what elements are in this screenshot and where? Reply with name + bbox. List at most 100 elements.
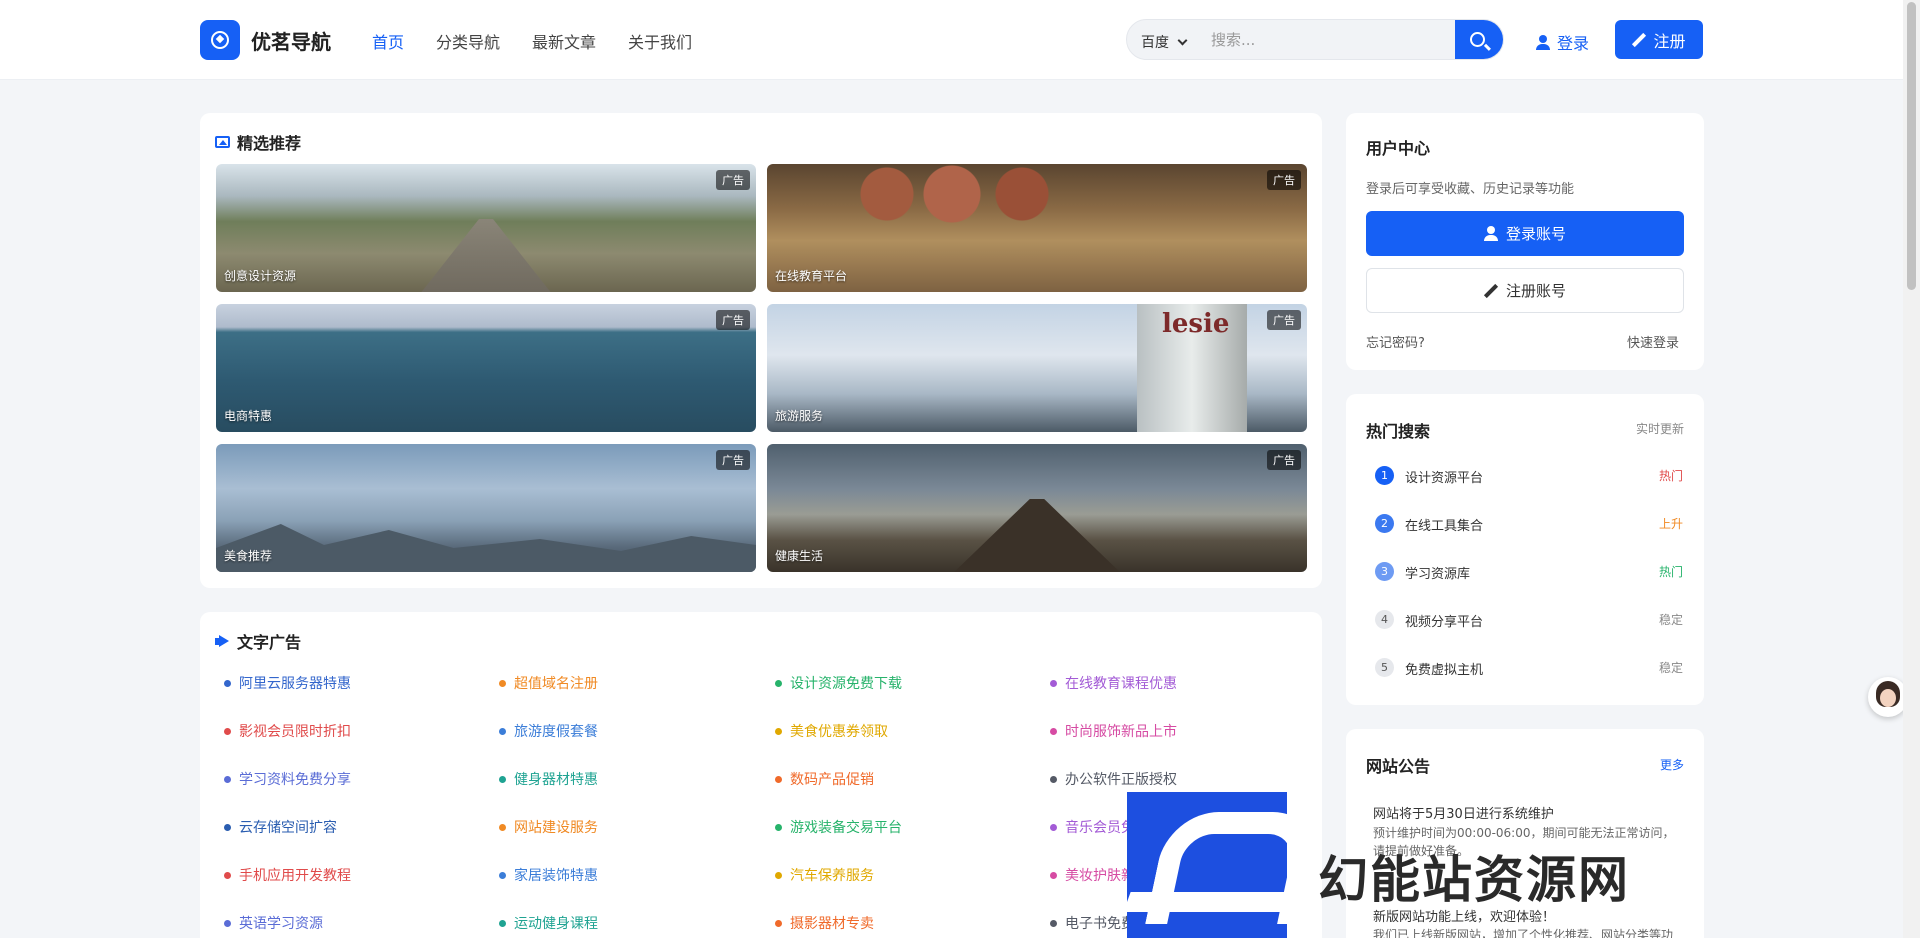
login-account-button[interactable]: 登录账号	[1366, 211, 1684, 256]
hot-search-item[interactable]: 5 免费虚拟主机 稳定	[1375, 657, 1683, 679]
featured-tile[interactable]: 广告 创意设计资源	[216, 164, 756, 292]
text-ad-link[interactable]: 办公软件正版授权	[1050, 769, 1177, 789]
hot-search-name: 设计资源平台	[1405, 471, 1484, 486]
page-scrollbar[interactable]	[1903, 0, 1920, 938]
text-ad-label: 网站建设服务	[514, 820, 598, 836]
featured-tile[interactable]: 广告 在线教育平台	[767, 164, 1307, 292]
bullet-dot-icon	[499, 919, 506, 927]
bullet-dot-icon	[775, 679, 782, 687]
rank-badge: 2	[1375, 514, 1394, 533]
text-ad-label: 英语学习资源	[239, 916, 323, 932]
hot-search-tag: 稳定	[1658, 661, 1683, 675]
rank-badge: 3	[1375, 562, 1394, 581]
bullet-dot-icon	[1050, 823, 1057, 831]
nav-categories[interactable]: 分类导航	[436, 29, 500, 53]
pencil-icon	[1484, 284, 1498, 298]
text-ad-link[interactable]: 摄影器材专卖	[775, 913, 874, 933]
search-engine-label: 百度	[1141, 35, 1169, 51]
text-ad-link[interactable]: 家居装饰特惠	[499, 865, 598, 885]
ad-badge: 广告	[1267, 450, 1301, 470]
login-label: 登录	[1557, 34, 1590, 53]
bullet-dot-icon	[1050, 775, 1057, 783]
login-account-label: 登录账号	[1505, 225, 1566, 243]
register-label: 注册	[1653, 31, 1686, 51]
notice-more-link[interactable]: 更多	[1660, 756, 1684, 773]
text-ad-link[interactable]: 汽车保养服务	[775, 865, 874, 885]
hot-search-item[interactable]: 1 设计资源平台 热门	[1375, 465, 1683, 487]
quick-login-link[interactable]: 快速登录	[1627, 332, 1679, 351]
bullet-dot-icon	[224, 919, 231, 927]
featured-tile[interactable]: 广告 电商特惠	[216, 304, 756, 432]
text-ad-link[interactable]: 健身器材特惠	[499, 769, 598, 789]
megaphone-icon	[215, 635, 230, 648]
main-nav: 首页 分类导航 最新文章 关于我们	[372, 29, 692, 53]
featured-tile[interactable]: 广告 美食推荐	[216, 444, 756, 572]
login-link[interactable]: 登录	[1536, 30, 1589, 54]
ad-badge: 广告	[716, 310, 750, 330]
register-button[interactable]: 注册	[1615, 20, 1703, 59]
hot-search-name: 视频分享平台	[1405, 615, 1484, 630]
nav-about[interactable]: 关于我们	[628, 29, 692, 53]
text-ad-label: 旅游度假套餐	[514, 724, 598, 740]
text-ads-title: 文字广告	[215, 629, 301, 653]
notice-item-desc: 我们已上线新版网站，增加了个性化推荐、网站分类等功	[1373, 928, 1674, 938]
register-account-button[interactable]: 注册账号	[1366, 268, 1684, 313]
text-ad-label: 影视会员限时折扣	[239, 724, 351, 740]
text-ad-label: 时尚服饰新品上市	[1065, 724, 1177, 740]
hot-search-name: 免费虚拟主机	[1405, 663, 1484, 678]
bullet-dot-icon	[499, 871, 506, 879]
text-ad-link[interactable]: 在线教育课程优惠	[1050, 673, 1177, 693]
text-ad-link[interactable]: 英语学习资源	[224, 913, 323, 933]
search-engine-select[interactable]: 百度	[1141, 32, 1188, 52]
hot-search-name: 学习资源库	[1405, 567, 1471, 582]
text-ad-link[interactable]: 游戏装备交易平台	[775, 817, 902, 837]
text-ad-link[interactable]: 运动健身课程	[499, 913, 598, 933]
text-ad-label: 数码产品促销	[790, 772, 874, 788]
nav-home[interactable]: 首页	[372, 29, 404, 53]
notice-item-title[interactable]: 网站将于5月30日进行系统维护	[1373, 803, 1554, 822]
text-ad-link[interactable]: 旅游度假套餐	[499, 721, 598, 741]
scrollbar-thumb[interactable]	[1907, 2, 1916, 290]
bullet-dot-icon	[1050, 727, 1057, 735]
search-input[interactable]	[1211, 28, 1441, 52]
featured-tile[interactable]: 广告 旅游服务	[767, 304, 1307, 432]
site-name[interactable]: 优茗导航	[251, 26, 331, 55]
text-ad-link[interactable]: 手机应用开发教程	[224, 865, 351, 885]
bullet-dot-icon	[499, 823, 506, 831]
ad-badge: 广告	[1267, 310, 1301, 330]
text-ad-link[interactable]: 时尚服饰新品上市	[1050, 721, 1177, 741]
text-ad-label: 办公软件正版授权	[1065, 772, 1177, 788]
text-ad-link[interactable]: 学习资料免费分享	[224, 769, 351, 789]
hot-search-tag: 热门	[1658, 565, 1683, 579]
user-center-desc: 登录后可享受收藏、历史记录等功能	[1366, 182, 1575, 197]
bullet-dot-icon	[224, 823, 231, 831]
text-ad-link[interactable]: 超值域名注册	[499, 673, 598, 693]
text-ad-label: 家居装饰特惠	[514, 868, 598, 884]
hot-search-item[interactable]: 2 在线工具集合 上升	[1375, 513, 1683, 535]
compass-logo-icon[interactable]	[200, 20, 240, 60]
bullet-dot-icon	[224, 727, 231, 735]
hot-search-item[interactable]: 3 学习资源库 热门	[1375, 561, 1683, 583]
text-ad-link[interactable]: 美食优惠券领取	[775, 721, 888, 741]
assistant-avatar[interactable]	[1868, 677, 1908, 717]
tile-caption: 电商特惠	[224, 409, 273, 423]
text-ads-title-label: 文字广告	[237, 633, 302, 652]
text-ad-link[interactable]: 设计资源免费下载	[775, 673, 902, 693]
text-ad-label: 设计资源免费下载	[790, 676, 902, 692]
text-ad-link[interactable]: 网站建设服务	[499, 817, 598, 837]
text-ad-link[interactable]: 影视会员限时折扣	[224, 721, 351, 741]
text-ad-link[interactable]: 电子书免费	[1050, 913, 1135, 933]
search-button[interactable]	[1455, 20, 1503, 59]
featured-tile[interactable]: 广告 健康生活	[767, 444, 1307, 572]
forgot-password-link[interactable]: 忘记密码?	[1366, 332, 1425, 351]
hot-search-tag: 上升	[1658, 517, 1683, 531]
text-ad-link[interactable]: 数码产品促销	[775, 769, 874, 789]
text-ad-link[interactable]: 阿里云服务器特惠	[224, 673, 351, 693]
text-ad-link[interactable]: 云存储空间扩容	[224, 817, 337, 837]
nav-latest-articles[interactable]: 最新文章	[532, 29, 596, 53]
top-navbar: 优茗导航 首页 分类导航 最新文章 关于我们 百度 登录 注册	[0, 0, 1920, 80]
ad-badge: 广告	[716, 450, 750, 470]
bullet-dot-icon	[775, 919, 782, 927]
notice-title: 网站公告	[1366, 757, 1431, 776]
hot-search-item[interactable]: 4 视频分享平台 稳定	[1375, 609, 1683, 631]
